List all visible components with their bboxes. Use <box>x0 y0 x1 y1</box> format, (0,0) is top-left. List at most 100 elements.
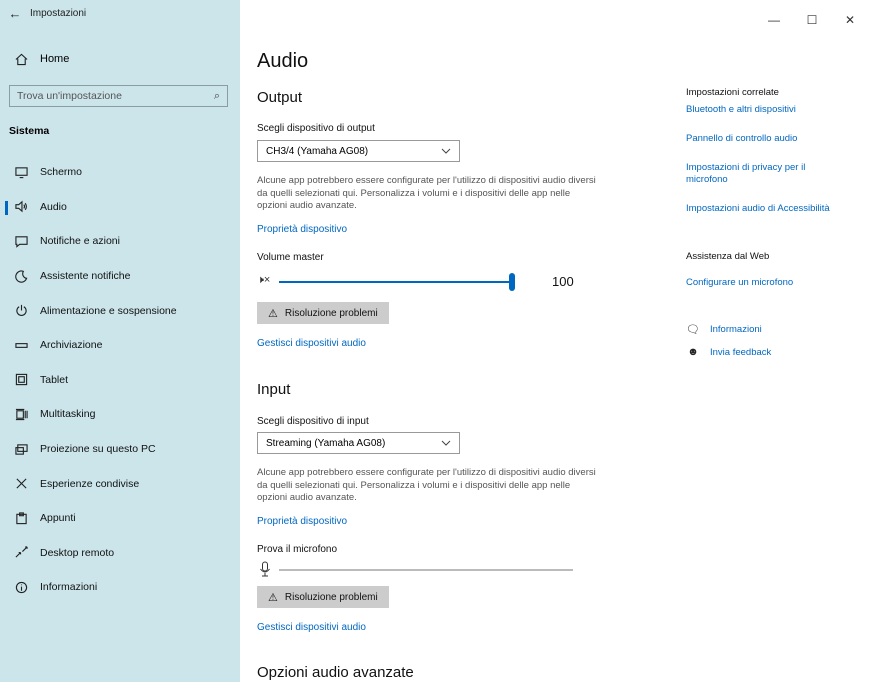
volume-track[interactable] <box>279 281 512 283</box>
back-arrow-icon[interactable]: ← <box>0 6 30 21</box>
sidebar-item-alimentazione[interactable]: Alimentazione e sospensione <box>0 293 240 328</box>
search-input[interactable]: Trova un'impostazione ⌕ <box>9 85 228 107</box>
notification-icon <box>12 234 30 248</box>
sidebar-item-label: Tablet <box>40 373 69 386</box>
input-troubleshoot-button[interactable]: ⚠ Risoluzione problemi <box>257 586 389 608</box>
sidebar-item-appunti[interactable]: Appunti <box>0 501 240 536</box>
sidebar-item-label: Notifiche e azioni <box>40 235 120 248</box>
volume-slider-row: 🕨× 100 <box>257 272 577 292</box>
home-icon <box>12 52 30 66</box>
input-device-value: Streaming (Yamaha AG08) <box>266 437 386 449</box>
input-properties-link[interactable]: Proprietà dispositivo <box>257 516 347 527</box>
help-item-label: Invia feedback <box>710 346 772 358</box>
web-link-microphone[interactable]: Configurare un microfono <box>686 277 793 289</box>
input-manage-link[interactable]: Gestisci dispositivi audio <box>257 622 366 633</box>
sidebar-item-label: Appunti <box>40 512 76 525</box>
input-device-label: Scegli dispositivo di input <box>257 416 369 427</box>
output-manage-link[interactable]: Gestisci dispositivi audio <box>257 338 366 349</box>
chevron-down-icon <box>441 440 451 446</box>
mic-test-label: Prova il microfono <box>257 544 338 555</box>
home-link[interactable]: Home <box>12 52 69 66</box>
info-icon <box>12 580 30 594</box>
tablet-icon <box>12 373 30 387</box>
output-heading: Output <box>257 89 303 106</box>
output-device-dropdown[interactable]: CH3/4 (Yamaha AG08) <box>257 140 460 162</box>
sidebar-item-proiezione[interactable]: Proiezione su questo PC <box>0 432 240 467</box>
sidebar-item-audio[interactable]: Audio <box>0 190 240 225</box>
advanced-heading: Opzioni audio avanzate <box>257 664 414 681</box>
minimize-button[interactable]: — <box>755 0 793 40</box>
help-item-label: Informazioni <box>710 324 762 335</box>
troubleshoot-label: Risoluzione problemi <box>284 591 378 603</box>
feedback-icon: ☻ <box>687 346 699 358</box>
output-troubleshoot-button[interactable]: ⚠ Risoluzione problemi <box>257 302 389 324</box>
input-heading: Input <box>257 381 291 398</box>
maximize-button[interactable]: ☐ <box>793 0 831 40</box>
speaker-icon <box>12 200 30 214</box>
moon-icon <box>12 269 30 283</box>
input-description: Alcune app potrebbero essere configurate… <box>257 467 596 503</box>
troubleshoot-label: Risoluzione problemi <box>284 307 378 319</box>
sidebar-item-informazioni[interactable]: Informazioni <box>0 570 240 605</box>
search-icon: ⌕ <box>213 89 220 102</box>
sidebar-item-label: Alimentazione e sospensione <box>40 304 177 317</box>
storage-icon <box>12 338 30 352</box>
sidebar-item-notifiche[interactable]: Notifiche e azioni <box>0 224 240 259</box>
speaker-mute-icon[interactable]: 🕨× <box>257 274 270 287</box>
mic-level-bar <box>279 569 573 571</box>
search-placeholder: Trova un'impostazione <box>17 90 122 102</box>
sidebar-nav: Schermo Audio Notifiche e azioni Assiste… <box>0 155 240 605</box>
help-item-feedback[interactable]: ☻ Invia feedback <box>686 346 771 358</box>
sidebar-item-label: Multitasking <box>40 408 96 421</box>
window-controls: — ☐ ✕ <box>755 0 869 40</box>
sidebar-item-archiviazione[interactable]: Archiviazione <box>0 328 240 363</box>
output-device-label: Scegli dispositivo di output <box>257 123 375 134</box>
shared-icon <box>12 477 30 491</box>
close-button[interactable]: ✕ <box>831 0 869 40</box>
warning-icon: ⚠ <box>268 591 278 604</box>
clipboard-icon <box>12 511 30 525</box>
related-link-control-panel[interactable]: Pannello di controllo audio <box>686 133 797 145</box>
sidebar-item-tablet[interactable]: Tablet <box>0 363 240 398</box>
titlebar-left: ← Impostazioni <box>0 0 240 26</box>
sidebar-item-assistente[interactable]: Assistente notifiche <box>0 259 240 294</box>
sidebar-item-label: Schermo <box>40 166 83 179</box>
microphone-icon <box>260 561 270 577</box>
output-device-value: CH3/4 (Yamaha AG08) <box>266 145 369 157</box>
web-heading: Assistenza dal Web <box>686 251 770 262</box>
app-title: Impostazioni <box>30 7 87 19</box>
help-chat-icon: 🗨 <box>686 324 700 336</box>
sidebar-item-multitasking[interactable]: Multitasking <box>0 397 240 432</box>
related-heading: Impostazioni correlate <box>686 87 779 98</box>
help-item-info[interactable]: 🗨 Informazioni <box>686 323 762 336</box>
sidebar-item-label: Audio <box>40 200 67 213</box>
volume-thumb[interactable] <box>509 273 515 291</box>
power-icon <box>12 304 30 318</box>
monitor-icon <box>12 165 30 179</box>
output-properties-link[interactable]: Proprietà dispositivo <box>257 224 347 235</box>
sidebar-item-schermo[interactable]: Schermo <box>0 155 240 190</box>
sidebar-item-label: Desktop remoto <box>40 546 115 559</box>
sidebar-item-label: Assistente notifiche <box>40 270 131 283</box>
chevron-down-icon <box>441 148 451 154</box>
page-title: Audio <box>257 50 309 72</box>
volume-value: 100 <box>552 274 574 289</box>
sidebar: ← Impostazioni Home Trova un'impostazion… <box>0 0 240 682</box>
remote-desktop-icon <box>12 546 30 560</box>
home-label: Home <box>40 53 70 65</box>
multitasking-icon <box>12 407 30 421</box>
sidebar-item-esperienze[interactable]: Esperienze condivise <box>0 466 240 501</box>
section-title: Sistema <box>9 125 50 137</box>
projection-icon <box>12 442 30 456</box>
related-link-bluetooth[interactable]: Bluetooth e altri dispositivi <box>686 104 796 116</box>
sidebar-item-label: Archiviazione <box>40 339 103 352</box>
sidebar-item-desktop-remoto[interactable]: Desktop remoto <box>0 536 240 571</box>
warning-icon: ⚠ <box>268 307 278 320</box>
sidebar-item-label: Informazioni <box>40 581 98 594</box>
output-description: Alcune app potrebbero essere configurate… <box>257 175 596 211</box>
volume-label: Volume master <box>257 252 324 263</box>
related-link-mic-privacy[interactable]: Impostazioni di privacy per il microfono <box>686 162 836 186</box>
sidebar-item-label: Proiezione su questo PC <box>40 443 156 456</box>
input-device-dropdown[interactable]: Streaming (Yamaha AG08) <box>257 432 460 454</box>
related-link-accessibility[interactable]: Impostazioni audio di Accessibilità <box>686 203 830 215</box>
